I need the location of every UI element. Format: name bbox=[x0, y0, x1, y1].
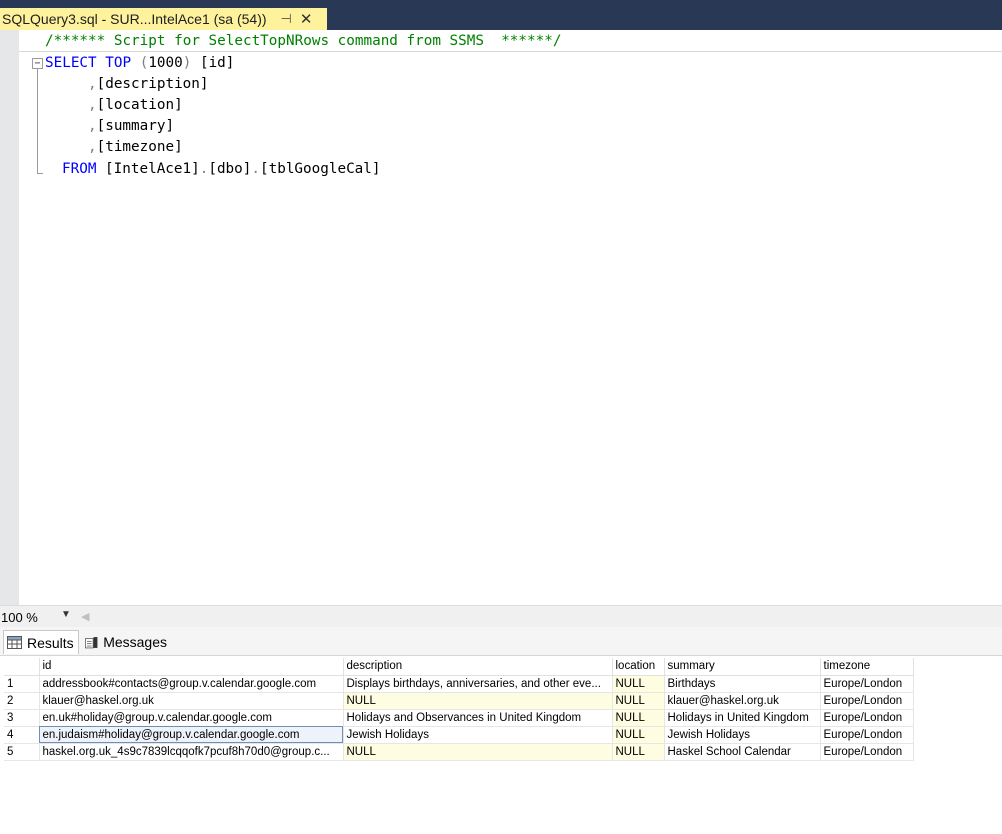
cell-summary[interactable]: klauer@haskel.org.uk bbox=[664, 692, 821, 710]
table-row[interactable]: 1 addressbook#contacts@group.v.calendar.… bbox=[4, 675, 914, 693]
code-line-column: ,[summary] bbox=[88, 118, 175, 134]
cell-timezone[interactable]: Europe/London bbox=[820, 726, 914, 744]
cell-id[interactable]: en.uk#holiday@group.v.calendar.google.co… bbox=[39, 709, 344, 727]
cell-summary[interactable]: Holidays in United Kingdom bbox=[664, 709, 821, 727]
editor-status-strip: 100 % ▼ ◀ bbox=[0, 605, 1002, 627]
code-line-column: ,[location] bbox=[88, 97, 183, 113]
cell-location[interactable]: NULL bbox=[612, 709, 665, 727]
column-header-location[interactable]: location bbox=[612, 658, 665, 676]
close-icon[interactable]: ✕ bbox=[300, 10, 313, 28]
cell-summary[interactable]: Jewish Holidays bbox=[664, 726, 821, 744]
messages-icon bbox=[85, 636, 98, 648]
cell-description[interactable]: Jewish Holidays bbox=[343, 726, 613, 744]
tab-results[interactable]: Results bbox=[3, 630, 79, 654]
tab-messages[interactable]: Messages bbox=[82, 630, 168, 654]
zoom-dropdown[interactable]: 100 % ▼ bbox=[0, 608, 74, 626]
column-header-description[interactable]: description bbox=[343, 658, 613, 676]
query-editor[interactable]: /****** Script for SelectTopNRows comman… bbox=[0, 30, 1002, 605]
column-header-timezone[interactable]: timezone bbox=[820, 658, 914, 676]
cell-description[interactable]: Displays birthdays, anniversaries, and o… bbox=[343, 675, 613, 693]
code-line-column: ,[description] bbox=[88, 76, 209, 92]
results-table[interactable]: id description location summary timezone… bbox=[4, 658, 914, 761]
cell-timezone[interactable]: Europe/London bbox=[820, 709, 914, 727]
cell-id-selected[interactable]: en.judaism#holiday@group.v.calendar.goog… bbox=[39, 726, 344, 744]
tab-messages-label: Messages bbox=[103, 634, 167, 650]
table-row[interactable]: 3 en.uk#holiday@group.v.calendar.google.… bbox=[4, 709, 914, 727]
column-header-id[interactable]: id bbox=[39, 658, 344, 676]
collapse-icon[interactable]: − bbox=[32, 58, 43, 69]
cell-location[interactable]: NULL bbox=[612, 675, 665, 693]
chevron-down-icon: ▼ bbox=[61, 609, 71, 620]
code-line-select: SELECT TOP (1000) [id] bbox=[45, 55, 235, 71]
grid-icon bbox=[7, 636, 22, 649]
document-tab-title: SQLQuery3.sql - SUR...IntelAce1 (sa (54)… bbox=[2, 11, 267, 27]
table-header-row: id description location summary timezone bbox=[4, 658, 914, 676]
fold-guide-end bbox=[37, 173, 43, 174]
cell-id[interactable]: addressbook#contacts@group.v.calendar.go… bbox=[39, 675, 344, 693]
cell-location[interactable]: NULL bbox=[612, 726, 665, 744]
scroll-left-icon[interactable]: ◀ bbox=[81, 610, 89, 623]
cell-summary[interactable]: Haskel School Calendar bbox=[664, 743, 821, 761]
cell-summary[interactable]: Birthdays bbox=[664, 675, 821, 693]
document-tab[interactable]: SQLQuery3.sql - SUR...IntelAce1 (sa (54)… bbox=[0, 8, 327, 30]
cell-location[interactable]: NULL bbox=[612, 692, 665, 710]
results-grid[interactable]: id description location summary timezone… bbox=[0, 655, 1002, 834]
row-number[interactable]: 3 bbox=[4, 709, 40, 727]
cell-description[interactable]: NULL bbox=[343, 743, 613, 761]
row-number[interactable]: 5 bbox=[4, 743, 40, 761]
table-row[interactable]: 4 en.judaism#holiday@group.v.calendar.go… bbox=[4, 726, 914, 744]
cell-timezone[interactable]: Europe/London bbox=[820, 675, 914, 693]
fold-guide bbox=[37, 69, 38, 174]
table-row[interactable]: 5 haskel.org.uk_4s9c7839lcqqofk7pcuf8h70… bbox=[4, 743, 914, 761]
pin-icon[interactable]: ⊣ bbox=[281, 11, 292, 27]
row-number[interactable]: 4 bbox=[4, 726, 40, 744]
column-header-summary[interactable]: summary bbox=[664, 658, 821, 676]
row-number[interactable]: 2 bbox=[4, 692, 40, 710]
code-line-column: ,[timezone] bbox=[88, 139, 183, 155]
cell-timezone[interactable]: Europe/London bbox=[820, 743, 914, 761]
tab-results-label: Results bbox=[27, 634, 74, 651]
cell-location[interactable]: NULL bbox=[612, 743, 665, 761]
results-tab-strip: Results Messages bbox=[0, 627, 1002, 655]
cell-description[interactable]: NULL bbox=[343, 692, 613, 710]
code-line-from: FROM [IntelAce1].[dbo].[tblGoogleCal] bbox=[62, 161, 381, 177]
zoom-value: 100 % bbox=[1, 609, 38, 625]
editor-margin bbox=[0, 30, 19, 605]
cell-id[interactable]: klauer@haskel.org.uk bbox=[39, 692, 344, 710]
row-number-header[interactable] bbox=[4, 658, 40, 676]
table-row[interactable]: 2 klauer@haskel.org.uk NULL NULL klauer@… bbox=[4, 692, 914, 710]
cell-description[interactable]: Holidays and Observances in United Kingd… bbox=[343, 709, 613, 727]
cell-timezone[interactable]: Europe/London bbox=[820, 692, 914, 710]
cell-id[interactable]: haskel.org.uk_4s9c7839lcqqofk7pcuf8h70d0… bbox=[39, 743, 344, 761]
row-number[interactable]: 1 bbox=[4, 675, 40, 693]
code-line-comment: /****** Script for SelectTopNRows comman… bbox=[45, 33, 562, 49]
